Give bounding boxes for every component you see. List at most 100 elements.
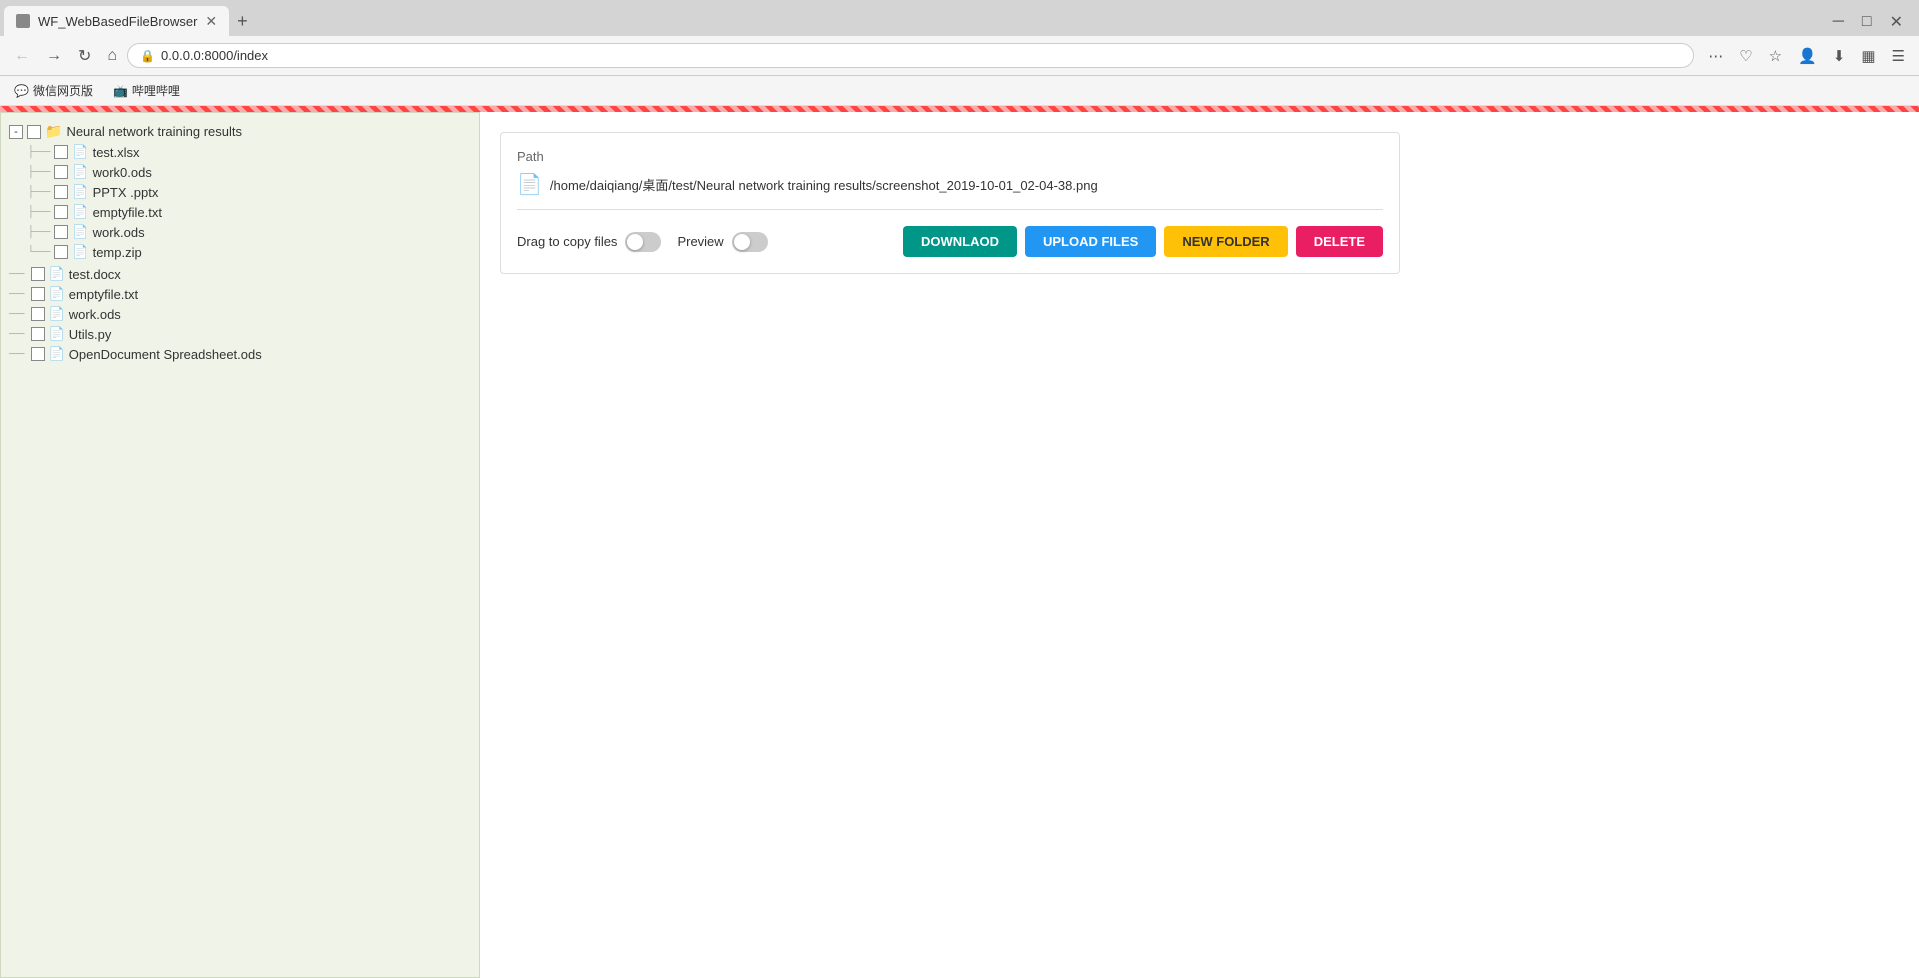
tree-item-work0-ods[interactable]: ├── 📄 work0.ods (9, 162, 471, 182)
connector-icon: ── (9, 268, 25, 280)
filename-test-xlsx: test.xlsx (93, 145, 140, 160)
root-expand-icon[interactable]: - (9, 125, 23, 139)
filename-test-docx: test.docx (69, 267, 121, 282)
bookmark-wechat-label: 微信网页版 (33, 82, 93, 99)
filename-emptyfile-txt-2: emptyfile.txt (69, 287, 138, 302)
new-tab-button[interactable]: + (229, 7, 256, 36)
right-panel: Path 📄 /home/daiqiang/桌面/test/Neural net… (480, 112, 1919, 978)
connector-icon: ├── (27, 166, 50, 178)
filename-pptx: PPTX .pptx (93, 185, 159, 200)
back-button[interactable]: ← (8, 43, 36, 69)
tree-item-opendoc-ods[interactable]: ── 📄 OpenDocument Spreadsheet.ods (9, 344, 471, 364)
checkbox-temp-zip[interactable] (54, 245, 68, 259)
file-icon: 📄 (49, 266, 65, 282)
bookmark-bilibili[interactable]: 📺 哔哩哔哩 (107, 80, 186, 101)
checkbox-work0-ods[interactable] (54, 165, 68, 179)
address-text: 0.0.0.0:8000/index (161, 48, 1681, 63)
tree-item-emptyfile-txt-2[interactable]: ── 📄 emptyfile.txt (9, 284, 471, 304)
tree-item-work-ods-1[interactable]: ├── 📄 work.ods (9, 222, 471, 242)
path-file-icon: 📄 (517, 172, 542, 197)
maximize-button[interactable]: □ (1854, 9, 1880, 35)
download-button[interactable]: DOWNLAOD (903, 226, 1017, 257)
preview-group: Preview (677, 232, 767, 252)
path-value: /home/daiqiang/桌面/test/Neural network tr… (550, 175, 1098, 194)
window-controls: ─ □ ✕ (1825, 8, 1919, 36)
settings-icon[interactable]: ☰ (1886, 43, 1911, 69)
delete-button[interactable]: DELETE (1296, 226, 1383, 257)
filename-work-ods-1: work.ods (93, 225, 145, 240)
file-icon: 📄 (72, 144, 88, 160)
checkbox-work-ods-2[interactable] (31, 307, 45, 321)
profile-icon[interactable]: 👤 (1792, 43, 1823, 69)
filename-work0-ods: work0.ods (93, 165, 152, 180)
file-icon: 📄 (49, 286, 65, 302)
extensions-icon[interactable]: ⋯ (1702, 43, 1729, 69)
file-icon: 📄 (72, 204, 88, 220)
browser-window: WF_WebBasedFileBrowser ✕ + ─ □ ✕ ← → ↻ ⌂… (0, 0, 1919, 978)
checkbox-opendoc-ods[interactable] (31, 347, 45, 361)
page-content: - 📁 Neural network training results ├── … (0, 112, 1919, 978)
upload-button[interactable]: UPLOAD FILES (1025, 226, 1156, 257)
connector-icon: └── (27, 246, 50, 258)
checkbox-test-docx[interactable] (31, 267, 45, 281)
wechat-icon: 💬 (14, 84, 29, 98)
connector-icon: ── (9, 308, 25, 320)
preview-toggle[interactable] (732, 232, 768, 252)
connector-icon: ├── (27, 186, 50, 198)
connector-icon: ├── (27, 146, 50, 158)
preview-knob (734, 234, 750, 250)
minimize-button[interactable]: ─ (1825, 9, 1852, 35)
file-icon: 📄 (49, 306, 65, 322)
forward-button[interactable]: → (40, 43, 68, 69)
path-label: Path (517, 149, 1383, 164)
filename-emptyfile-txt-1: emptyfile.txt (93, 205, 162, 220)
tab-close-button[interactable]: ✕ (205, 13, 217, 30)
drag-copy-toggle[interactable] (625, 232, 661, 252)
tree-item-temp-zip[interactable]: └── 📄 temp.zip (9, 242, 471, 262)
tree-item-utils-py[interactable]: ── 📄 Utils.py (9, 324, 471, 344)
bilibili-icon: 📺 (113, 84, 128, 98)
star-icon[interactable]: ☆ (1763, 43, 1788, 69)
checkbox-emptyfile-txt-2[interactable] (31, 287, 45, 301)
filename-work-ods-2: work.ods (69, 307, 121, 322)
bookmark-wechat[interactable]: 💬 微信网页版 (8, 80, 99, 101)
tree-item-emptyfile-txt-1[interactable]: ├── 📄 emptyfile.txt (9, 202, 471, 222)
drag-copy-knob (627, 234, 643, 250)
home-button[interactable]: ⌂ (101, 43, 123, 69)
refresh-button[interactable]: ↻ (72, 42, 97, 70)
close-window-button[interactable]: ✕ (1882, 8, 1911, 36)
toolbar-icons: ⋯ ♡ ☆ 👤 ⬇ ▦ ☰ (1702, 43, 1911, 69)
drag-copy-group: Drag to copy files (517, 232, 661, 252)
nav-bar: ← → ↻ ⌂ 🔒 0.0.0.0:8000/index ⋯ ♡ ☆ 👤 ⬇ ▦… (0, 36, 1919, 76)
download-icon[interactable]: ⬇ (1827, 43, 1852, 69)
filename-opendoc-ods: OpenDocument Spreadsheet.ods (69, 347, 262, 362)
file-icon: 📄 (72, 164, 88, 180)
bookmark-bilibili-label: 哔哩哔哩 (132, 82, 180, 99)
address-bar[interactable]: 🔒 0.0.0.0:8000/index (127, 43, 1694, 68)
checkbox-emptyfile-txt-1[interactable] (54, 205, 68, 219)
checkbox-work-ods-1[interactable] (54, 225, 68, 239)
file-icon: 📄 (72, 244, 88, 260)
new-folder-button[interactable]: NEW FOLDER (1164, 226, 1287, 257)
root-checkbox[interactable] (27, 125, 41, 139)
checkbox-pptx[interactable] (54, 185, 68, 199)
checkbox-utils-py[interactable] (31, 327, 45, 341)
tree-item-work-ods-2[interactable]: ── 📄 work.ods (9, 304, 471, 324)
tree-item-test-xlsx[interactable]: ├── 📄 test.xlsx (9, 142, 471, 162)
filename-temp-zip: temp.zip (93, 245, 142, 260)
drag-copy-label: Drag to copy files (517, 234, 617, 249)
bookmarks-bar: 💬 微信网页版 📺 哔哩哔哩 (0, 76, 1919, 106)
tree-item-pptx[interactable]: ├── 📄 PPTX .pptx (9, 182, 471, 202)
collections-icon[interactable]: ▦ (1855, 43, 1881, 69)
active-tab[interactable]: WF_WebBasedFileBrowser ✕ (4, 6, 229, 36)
checkbox-test-xlsx[interactable] (54, 145, 68, 159)
tree-root[interactable]: - 📁 Neural network training results (9, 121, 471, 142)
file-icon: 📄 (49, 346, 65, 362)
path-row: 📄 /home/daiqiang/桌面/test/Neural network … (517, 172, 1383, 210)
bookmark-icon[interactable]: ♡ (1733, 43, 1758, 69)
file-icon: 📄 (72, 224, 88, 240)
tree-item-test-docx[interactable]: ── 📄 test.docx (9, 264, 471, 284)
preview-label: Preview (677, 234, 723, 249)
tab-favicon (16, 14, 30, 28)
file-icon: 📄 (49, 326, 65, 342)
